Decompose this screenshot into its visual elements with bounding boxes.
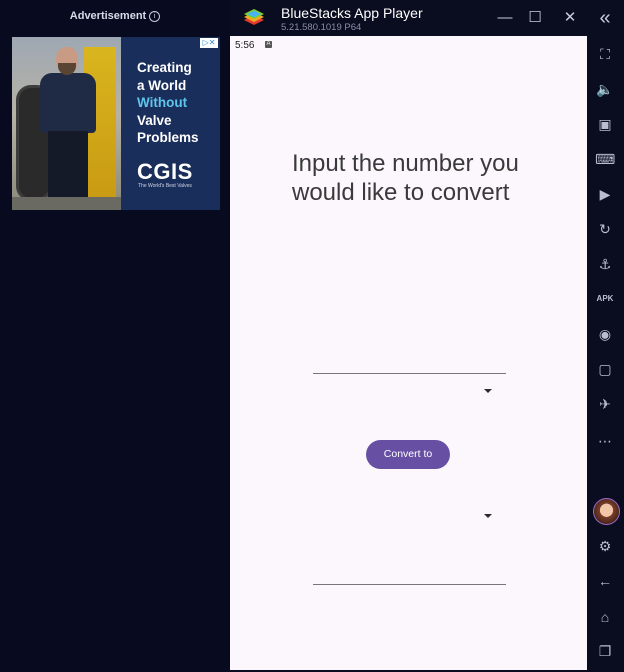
home-icon[interactable]: ⌂ — [595, 607, 615, 627]
volume-icon[interactable]: 🔈 — [595, 79, 615, 99]
window-title: BlueStacks App Player — [281, 5, 423, 21]
shake-icon[interactable]: ⚓ — [595, 254, 615, 274]
ad-headline-line: Problems — [137, 130, 199, 145]
status-notification-icon: A — [265, 41, 272, 48]
ad-header: Advertisement i — [0, 10, 230, 22]
window-titlebar: BlueStacks App Player 5.21.580.1019 P64 … — [230, 0, 624, 36]
location-icon[interactable]: ✈ — [595, 394, 615, 414]
app-screen: 5:56 A Input the number you would like t… — [230, 36, 587, 670]
collapse-sidebar-icon[interactable]: « — [594, 8, 616, 28]
recent-apps-icon[interactable]: ❐ — [595, 641, 615, 661]
rotate-icon[interactable]: ↻ — [595, 219, 615, 239]
apk-icon[interactable]: APK — [595, 289, 615, 309]
from-unit-dropdown-icon[interactable] — [484, 389, 492, 393]
pointer-icon[interactable]: ▣ — [595, 114, 615, 134]
more-icon[interactable]: ⋯ — [595, 431, 615, 451]
ad-person-legs — [48, 131, 88, 203]
maximize-icon[interactable]: ☐ — [524, 8, 546, 28]
ad-headline-line: Creating — [137, 60, 192, 75]
ad-headline-line: a World — [137, 77, 187, 93]
status-time: 5:56 — [235, 40, 255, 51]
avatar[interactable] — [593, 498, 620, 525]
prompt-heading: Input the number you would like to conve… — [292, 150, 519, 206]
app-version: 5.21.580.1019 P64 — [281, 22, 362, 33]
keyboard-icon[interactable]: ⌨ — [595, 149, 615, 169]
ad-photo — [12, 37, 121, 210]
ad-panel: Advertisement i Creating a World Without … — [0, 0, 230, 672]
ad-floor — [12, 197, 121, 210]
close-icon[interactable]: ✕ — [559, 8, 581, 28]
screenshot-icon[interactable]: ◉ — [595, 324, 615, 344]
macro-play-icon[interactable]: ▶ — [595, 184, 615, 204]
ad-person-body — [40, 73, 96, 133]
record-icon[interactable]: ▢ — [595, 359, 615, 379]
ad-headline: Creating a World Without Valve Problems — [137, 59, 199, 147]
convert-button[interactable]: Convert to — [366, 440, 450, 469]
ad-tagline: The World's Best Valves — [138, 183, 192, 189]
ad-header-label: Advertisement — [69, 10, 147, 22]
result-field — [313, 584, 506, 585]
bluestacks-logo-icon — [244, 9, 264, 25]
ad-brand-logo: CGIS — [137, 159, 193, 184]
ad-banner[interactable]: Creating a World Without Valve Problems … — [12, 37, 220, 210]
ad-headline-line: Valve — [137, 112, 172, 128]
fullscreen-icon[interactable]: ⛶ — [595, 44, 615, 64]
adchoices-icon[interactable]: ▷✕ — [200, 38, 218, 48]
gear-icon[interactable]: ⚙ — [595, 536, 615, 556]
bluestacks-sidebar: ⛶ 🔈 ▣ ⌨ ▶ ↻ ⚓ APK ◉ ▢ ✈ ⋯ ⚙ ← ⌂ ❐ — [587, 36, 624, 672]
ad-headline-highlight: Without — [137, 95, 188, 110]
back-icon[interactable]: ← — [595, 571, 615, 591]
to-unit-dropdown-icon[interactable] — [484, 514, 492, 518]
number-input[interactable] — [313, 373, 506, 374]
info-icon[interactable]: i — [149, 11, 161, 22]
minimize-icon[interactable]: — — [494, 8, 516, 28]
